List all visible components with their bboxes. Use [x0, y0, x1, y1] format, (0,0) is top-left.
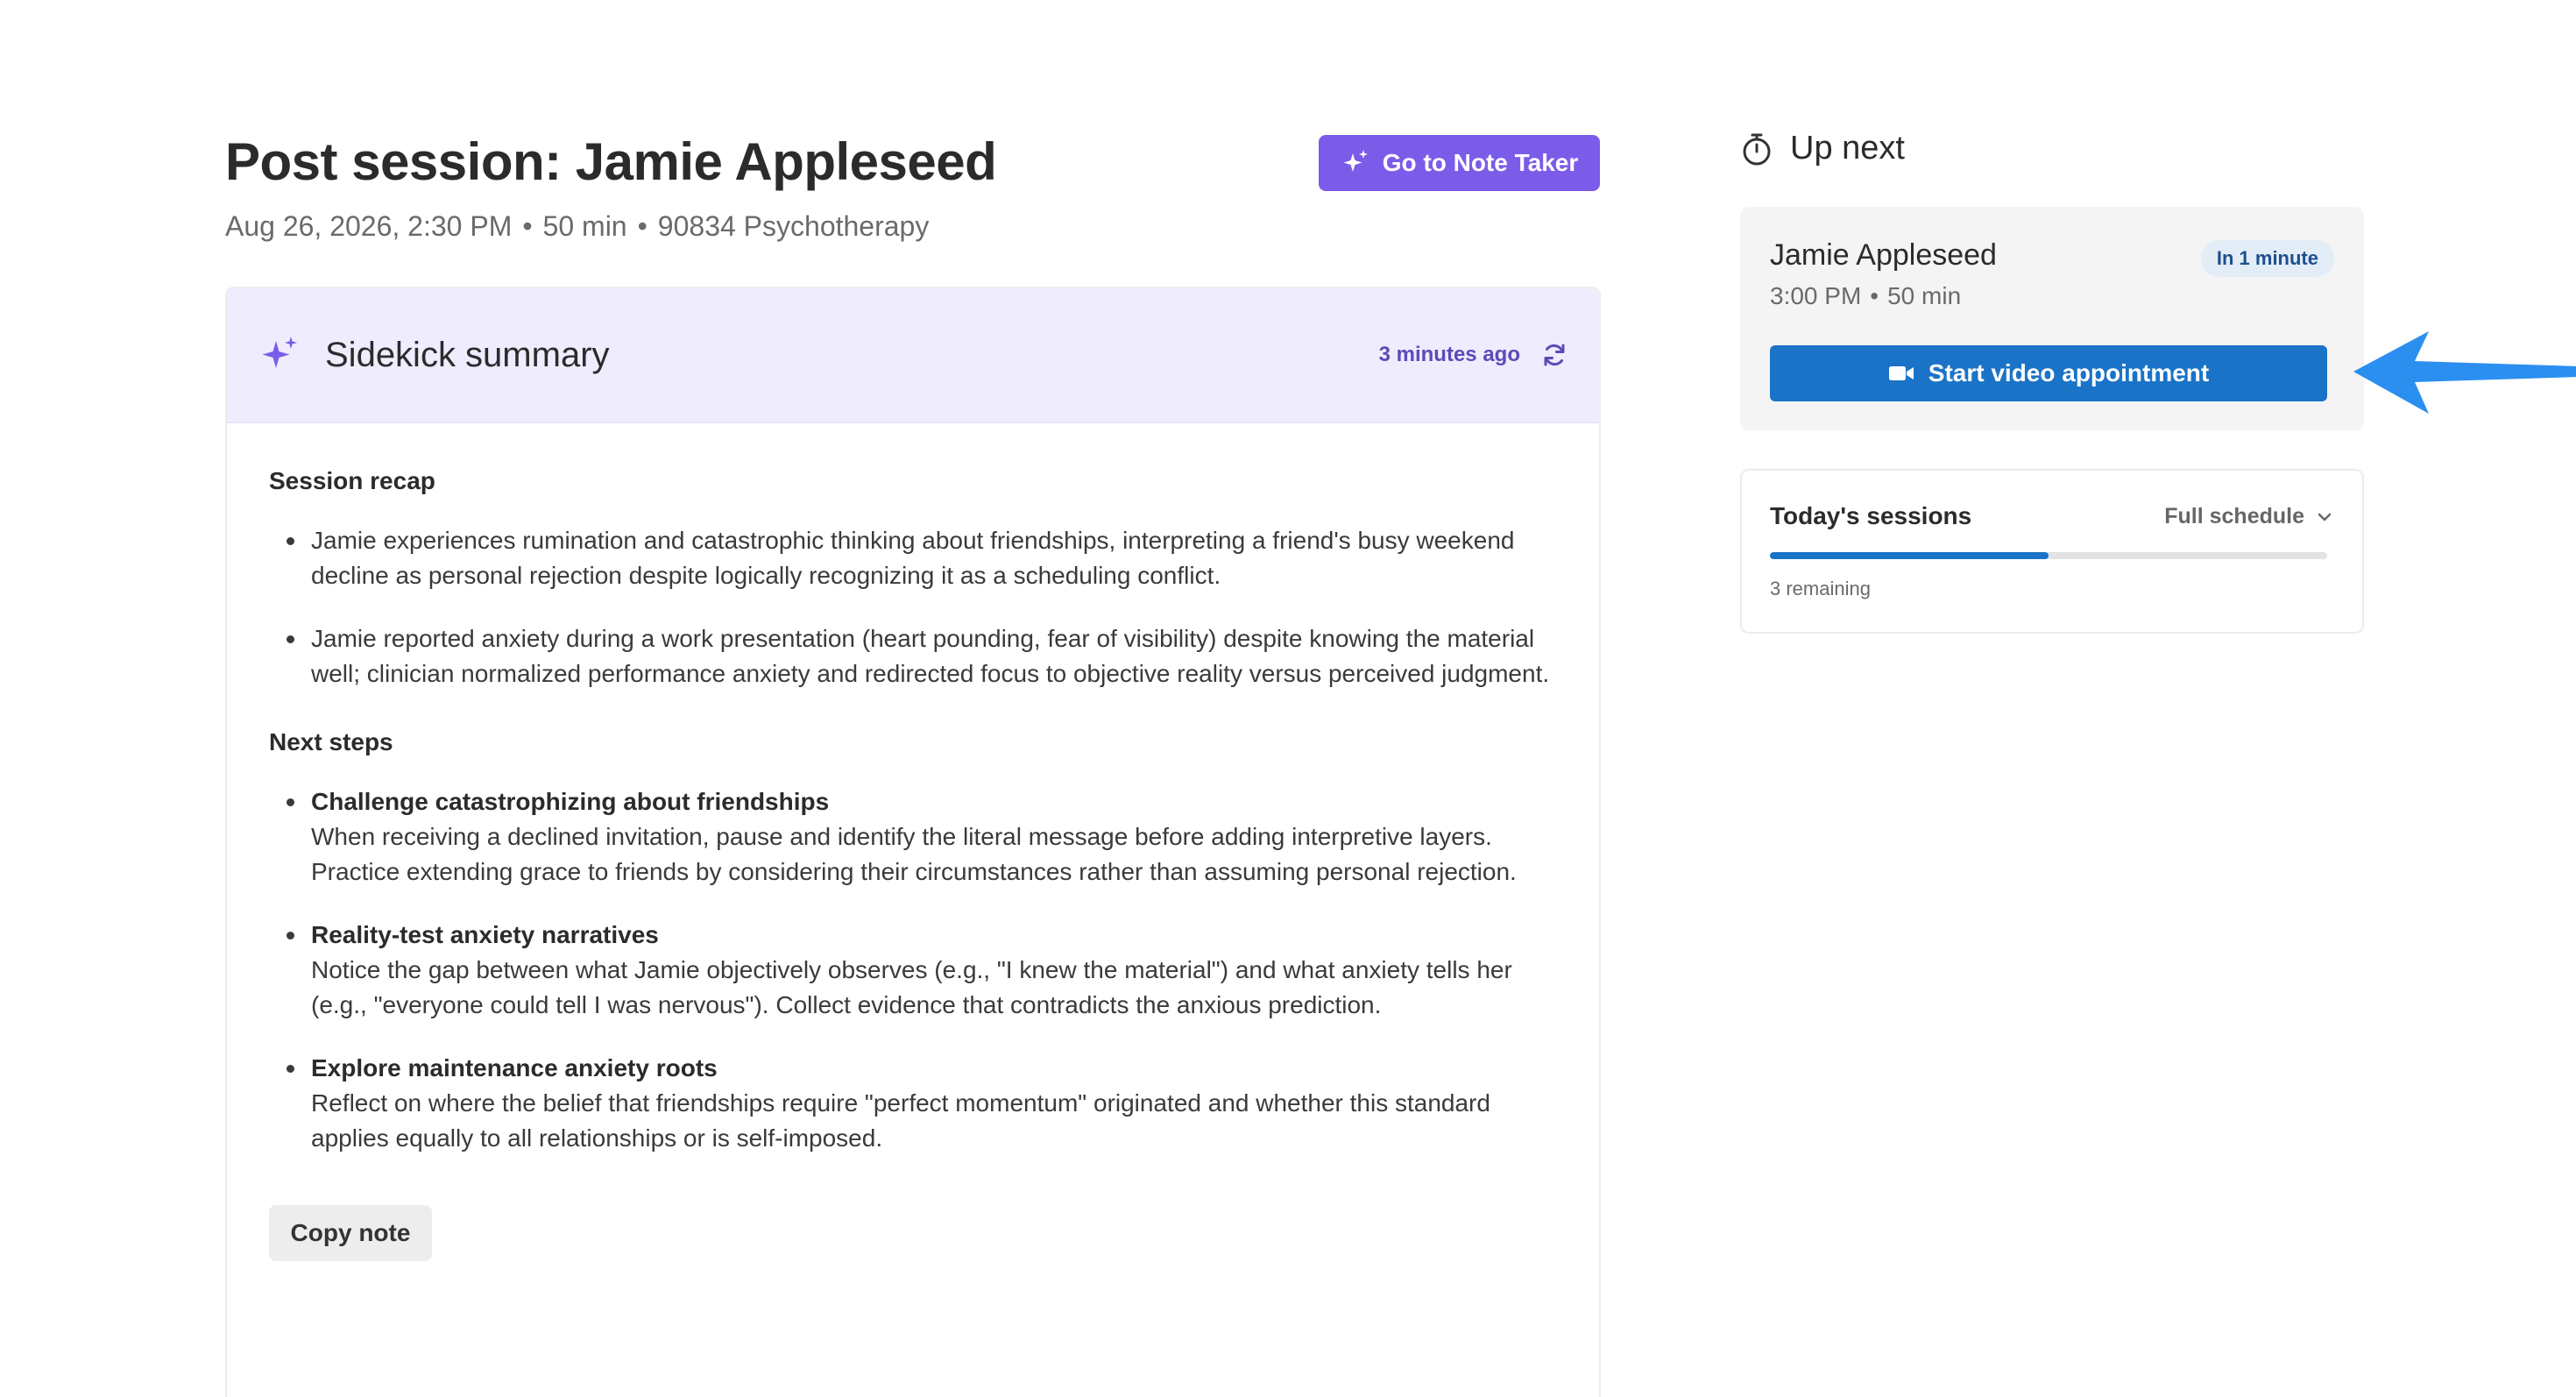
next-step-title: Reality-test anxiety narratives: [311, 921, 659, 948]
summary-updated-time: 3 minutes ago: [1378, 343, 1520, 366]
list-item: Explore maintenance anxiety roots Reflec…: [269, 1051, 1557, 1156]
chevron-down-icon: [2318, 513, 2332, 521]
video-camera-icon: [1888, 366, 1914, 380]
next-steps-list: Challenge catastrophizing about friendsh…: [269, 784, 1557, 1156]
session-code: 90834 Psychotherapy: [657, 210, 930, 242]
full-schedule-label: Full schedule: [2164, 504, 2304, 528]
todays-sessions-card: Today's sessions Full schedule 3 remaini…: [1740, 469, 2364, 634]
list-item: Jamie experiences rumination and catastr…: [269, 523, 1557, 593]
sessions-progress-bar: [1770, 552, 2327, 559]
up-next-card: Jamie Appleseed 3:00 PM • 50 min In 1 minu…: [1740, 207, 2364, 430]
sparkle-icon: [1343, 150, 1368, 172]
todays-sessions-title: Today's sessions: [1770, 502, 1972, 529]
time-until-badge: In 1 minute: [2200, 240, 2334, 277]
next-step-text: When receiving a declined invitation, pa…: [311, 823, 1517, 885]
appointment-duration: 50 min: [1887, 282, 1962, 309]
start-video-label: Start video appointment: [1928, 359, 2210, 386]
stopwatch-icon: [1743, 133, 1771, 165]
separator: •: [1870, 282, 1879, 309]
separator: •: [637, 210, 648, 242]
note-taker-label: Go to Note Taker: [1382, 149, 1579, 176]
next-step-text: Reflect on where the belief that friends…: [311, 1089, 1490, 1152]
appointment-start: 3:00 PM: [1770, 282, 1862, 309]
session-date: Aug 26, 2026, 2:30 PM: [225, 210, 513, 242]
start-video-appointment-button[interactable]: Start video appointment: [1770, 345, 2327, 401]
annotation-arrow-icon: [2353, 331, 2576, 414]
summary-title: Sidekick summary: [325, 335, 610, 374]
list-item: Jamie reported anxiety during a work pre…: [269, 621, 1557, 691]
summary-header: Sidekick summary 3 minutes ago: [227, 288, 1599, 423]
next-step-text: Notice the gap between what Jamie object…: [311, 956, 1512, 1018]
up-next-header: Up next: [1739, 130, 1905, 167]
full-schedule-dropdown[interactable]: Full schedule: [2164, 504, 2332, 529]
sessions-progress-fill: [1770, 552, 2049, 559]
client-name: Jamie Appleseed: [1770, 238, 1997, 272]
session-recap-heading: Session recap: [269, 467, 435, 494]
separator: •: [522, 210, 533, 242]
session-meta: Aug 26, 2026, 2:30 PM • 50 min • 90834 Psych…: [225, 210, 929, 243]
sparkle-icon: [262, 337, 297, 368]
next-steps-heading: Next steps: [269, 728, 393, 755]
list-item: Challenge catastrophizing about friendsh…: [269, 784, 1557, 890]
session-recap-list: Jamie experiences rumination and catastr…: [269, 523, 1557, 691]
sessions-remaining: 3 remaining: [1770, 578, 1871, 599]
summary-body: Session recap Jamie experiences ruminati…: [227, 423, 1599, 1261]
up-next-title: Up next: [1790, 130, 1905, 167]
copy-note-button[interactable]: Copy note: [269, 1205, 432, 1261]
next-step-title: Explore maintenance anxiety roots: [311, 1054, 718, 1081]
sidekick-summary-card: Sidekick summary 3 minutes ago Session r…: [225, 287, 1601, 1397]
list-item: Reality-test anxiety narratives Notice t…: [269, 918, 1557, 1023]
session-duration: 50 min: [542, 210, 627, 242]
next-step-title: Challenge catastrophizing about friendsh…: [311, 788, 830, 815]
page-title: Post session: Jamie Appleseed: [225, 132, 997, 191]
appointment-time: 3:00 PM • 50 min: [1770, 282, 1961, 310]
go-to-note-taker-button[interactable]: Go to Note Taker: [1319, 135, 1600, 191]
refresh-icon[interactable]: [1541, 342, 1568, 368]
